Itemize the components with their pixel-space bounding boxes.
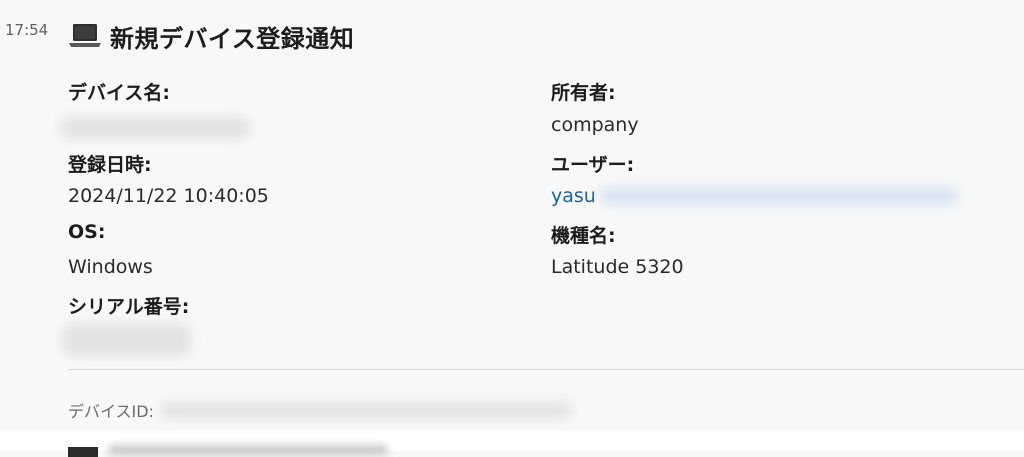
model-field: 機種名: <box>551 221 616 248</box>
serial-value-redacted <box>62 323 192 357</box>
device-name-label: デバイス名: <box>68 82 171 104</box>
serial-field: シリアル番号: <box>68 292 189 319</box>
message-title: 新規デバイス登録通知 <box>110 24 355 53</box>
os-value-wrap: Windows <box>68 256 153 278</box>
model-value-wrap: Latitude 5320 <box>551 256 684 278</box>
owner-label: 所有者: <box>551 82 616 104</box>
device-name-field: デバイス名: <box>68 78 170 105</box>
user-email-link[interactable]: yasu <box>551 185 596 207</box>
message-header: 新規デバイス登録通知 <box>68 17 354 55</box>
registered-at-value: 2024/11/22 10:40:05 <box>68 185 269 207</box>
user-field: ユーザー: <box>551 150 634 177</box>
registered-at-field: 登録日時: <box>68 150 152 177</box>
user-email-redacted <box>599 186 958 206</box>
device-id-label: デバイスID: <box>68 402 154 421</box>
divider <box>68 369 1024 370</box>
owner-value-wrap: company <box>551 114 639 136</box>
user-value-wrap: yasu <box>551 185 958 207</box>
next-message-icon <box>68 447 98 457</box>
message-timestamp[interactable]: 17:54 <box>5 21 48 39</box>
device-id-value-redacted <box>159 401 572 419</box>
laptop-icon <box>69 24 101 47</box>
os-label: OS: <box>68 221 106 243</box>
model-label: 機種名: <box>551 225 616 247</box>
os-field: OS: <box>68 221 105 243</box>
registered-at-label: 登録日時: <box>68 154 152 176</box>
user-label: ユーザー: <box>551 154 635 176</box>
os-value: Windows <box>68 256 153 278</box>
model-value: Latitude 5320 <box>551 256 684 278</box>
next-message-title-redacted <box>108 445 388 455</box>
message-footer: デバイスID: <box>68 398 572 422</box>
serial-label: シリアル番号: <box>68 296 190 318</box>
device-name-value-redacted <box>60 116 250 140</box>
registered-at-value-wrap: 2024/11/22 10:40:05 <box>68 185 269 207</box>
owner-field: 所有者: <box>551 78 616 105</box>
owner-value: company <box>551 114 639 136</box>
